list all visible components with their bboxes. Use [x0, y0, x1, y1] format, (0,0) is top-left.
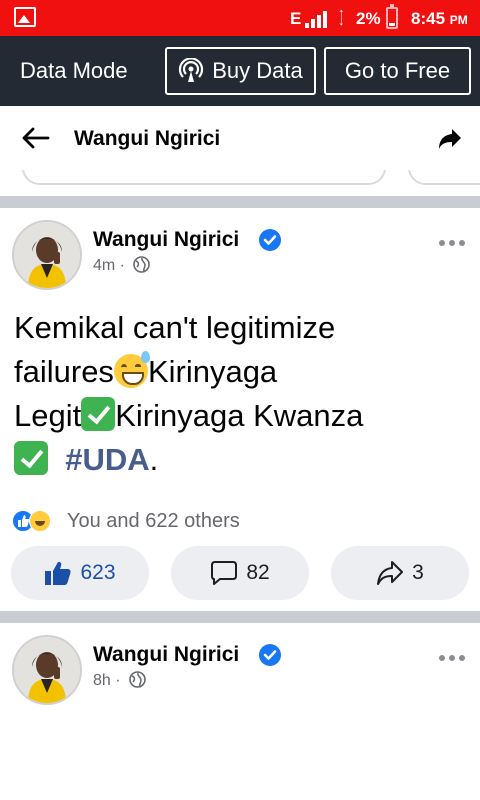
avatar[interactable] [12, 220, 82, 290]
globe-icon [133, 256, 151, 273]
buy-data-button[interactable]: Buy Data [165, 47, 316, 95]
check-mark-emoji-icon [81, 397, 116, 431]
buy-data-label: Buy Data [212, 58, 303, 83]
thumbs-up-icon [45, 561, 72, 585]
more-options-icon[interactable] [439, 655, 467, 663]
page-title: Wangui Ngirici [74, 127, 221, 150]
like-count: 623 [80, 561, 116, 584]
signal-icon [305, 10, 335, 28]
share-arrow-icon[interactable] [438, 128, 462, 150]
more-options-icon[interactable] [439, 240, 467, 248]
divider [0, 611, 480, 623]
network-type: E [290, 9, 302, 28]
previous-content-stub [0, 170, 480, 196]
clock: 8:45 PM [411, 9, 468, 28]
globe-icon [129, 671, 146, 688]
battery-icon [386, 4, 398, 29]
status-bar: E ↑ ↓ 2% 8:45 PM [0, 0, 480, 36]
haha-reaction-icon [29, 510, 51, 532]
post-card: Wangui Ngirici 4m · Kemikal can't legiti… [0, 208, 480, 611]
post-author[interactable]: Wangui Ngirici [93, 643, 239, 667]
share-button[interactable]: 3 [331, 546, 469, 600]
avatar-image [14, 222, 80, 288]
post-author[interactable]: Wangui Ngirici [93, 228, 239, 252]
battery-percent: 2% [356, 9, 381, 28]
grinning-sweat-emoji-icon [113, 351, 150, 388]
data-mode-bar: Data Mode Buy Data Go to Free [0, 36, 480, 106]
like-button[interactable]: 623 [11, 546, 149, 600]
page-header: Wangui Ngirici [0, 106, 480, 170]
comment-count: 82 [246, 561, 270, 584]
hashtag-link[interactable]: #UDA [65, 442, 149, 477]
data-activity-icon: ↑ ↓ [338, 5, 345, 28]
post-card: Wangui Ngirici 8h · [0, 623, 480, 800]
post-meta: 8h · [93, 671, 146, 690]
reaction-count-text: You and 622 others [67, 510, 240, 532]
arrow-left-icon[interactable] [20, 126, 50, 150]
verified-badge-icon [259, 229, 281, 251]
post-time[interactable]: 4m [93, 257, 115, 274]
divider [0, 196, 480, 208]
go-to-free-button[interactable]: Go to Free [324, 47, 471, 95]
data-mode-label: Data Mode [20, 58, 128, 83]
post-time[interactable]: 8h [93, 672, 111, 689]
previous-button [408, 170, 480, 185]
go-to-free-label: Go to Free [344, 58, 451, 83]
previous-button [22, 170, 386, 185]
avatar[interactable] [12, 635, 82, 705]
share-count: 3 [412, 561, 424, 584]
share-icon [377, 561, 404, 585]
post-text: Kemikal can't legitimize failures Kirinya… [14, 310, 364, 477]
verified-badge-icon [259, 644, 281, 666]
comment-bubble-icon [211, 561, 238, 585]
avatar-image [14, 637, 80, 703]
broadcast-icon [179, 58, 204, 82]
check-mark-emoji-icon [14, 441, 48, 475]
gallery-notification-icon [14, 7, 36, 27]
comment-button[interactable]: 82 [171, 546, 309, 600]
post-meta: 4m · [93, 256, 151, 275]
